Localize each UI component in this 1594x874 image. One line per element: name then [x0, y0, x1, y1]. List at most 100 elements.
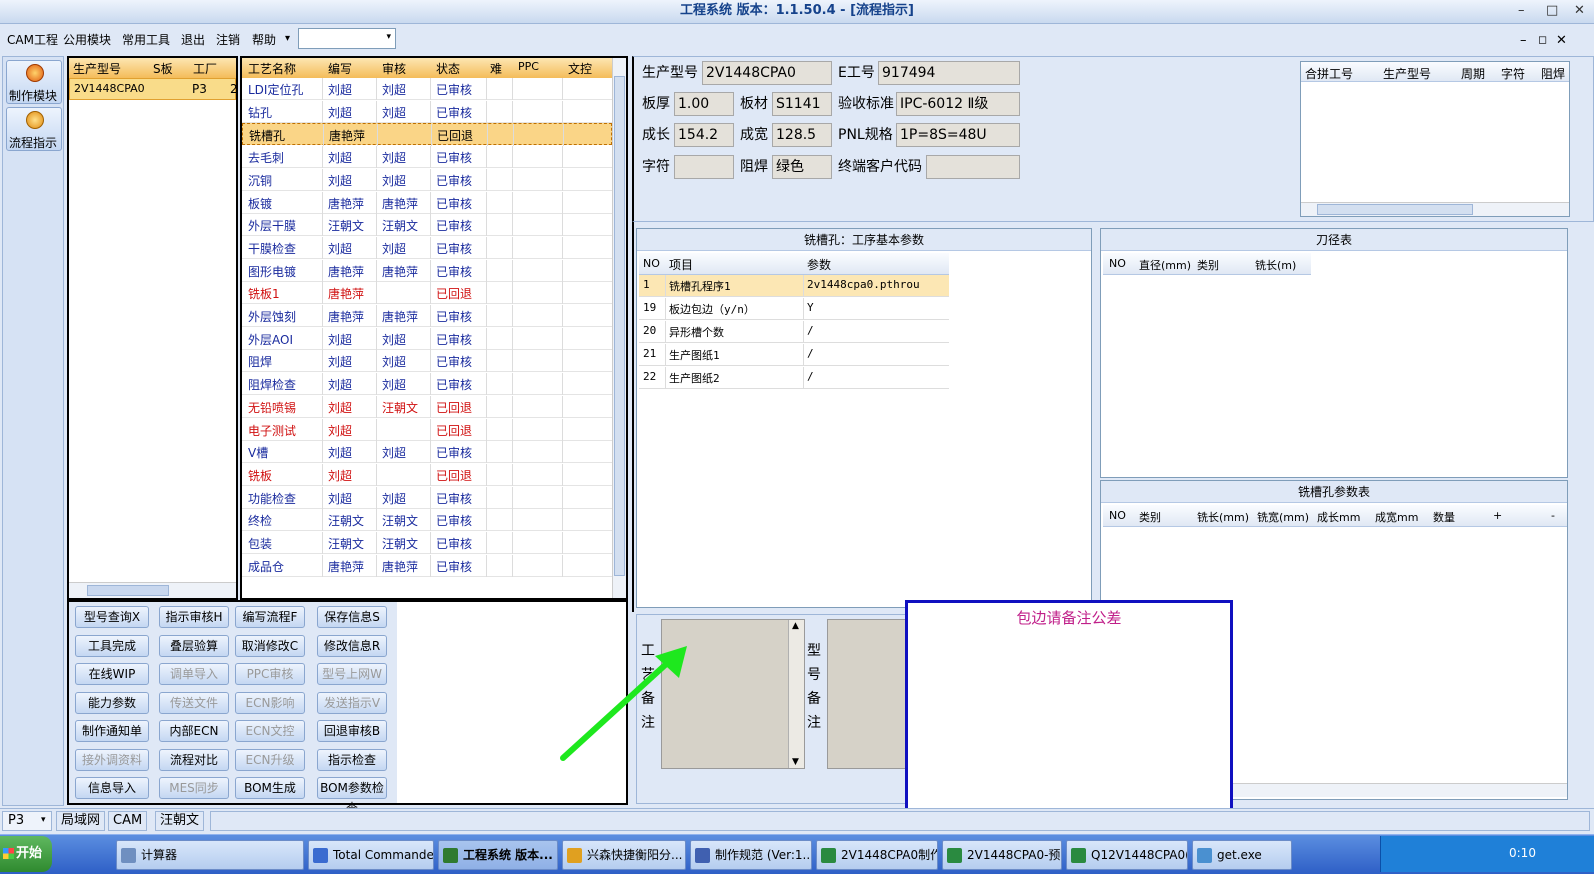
menu-tools[interactable]: 常用工具 [122, 31, 170, 48]
taskbar-item[interactable]: get.exe [1192, 840, 1292, 870]
customer-code-field[interactable] [926, 155, 1020, 179]
action-button[interactable]: 工具完成 [75, 634, 149, 657]
action-button[interactable]: 信息导入 [75, 777, 149, 799]
make-module-button[interactable]: 制作模块 [6, 60, 62, 104]
action-button[interactable]: 回退审核B [317, 720, 387, 742]
table-row[interactable]: 21 生产图纸1 / [639, 344, 949, 366]
table-row[interactable]: 铣板1 唐艳萍 已回退 [242, 282, 613, 305]
taskbar-item[interactable]: Q12V1448CPA0(h... [1066, 840, 1188, 870]
table-row[interactable]: 20 异形槽个数 / [639, 321, 949, 343]
taskbar-item[interactable]: 兴森快捷衡阳分... [562, 840, 686, 870]
action-button[interactable]: 能力参数 [75, 691, 149, 714]
standard-field[interactable]: IPC-6012 Ⅱ级 [896, 92, 1020, 116]
table-row[interactable]: 终检 汪朝文 汪朝文 已审核 [242, 509, 613, 532]
menu-help[interactable]: 帮助 [252, 31, 276, 48]
taskbar-item[interactable]: 计算器 [116, 840, 304, 870]
start-button[interactable]: 开始 [0, 836, 52, 872]
thickness-field[interactable]: 1.00 [674, 92, 734, 116]
scroll-thumb[interactable] [614, 76, 625, 576]
width-field[interactable]: 128.5 [772, 123, 832, 147]
table-row[interactable]: 去毛刺 刘超 刘超 已审核 [242, 146, 613, 169]
table-row[interactable]: 22 生产图纸2 / [639, 367, 949, 389]
action-button[interactable]: 取消修改C [235, 634, 305, 657]
action-button[interactable]: ECN升级 [235, 748, 305, 771]
action-button[interactable]: 指示审核H [159, 606, 229, 628]
menu-logout[interactable]: 注销 [216, 31, 240, 48]
table-row[interactable]: 阻焊 刘超 刘超 已审核 [242, 350, 613, 373]
v-scrollbar[interactable] [612, 58, 626, 598]
menu-exit[interactable]: 退出 [181, 31, 205, 48]
table-row[interactable]: 阻焊检查 刘超 刘超 已审核 [242, 373, 613, 396]
scroll-thumb[interactable] [1317, 204, 1473, 215]
table-row[interactable]: 2V1448CPA0 P3 2 [69, 78, 238, 100]
action-button[interactable]: 在线WIP [75, 663, 149, 685]
action-button[interactable]: 流程对比 [159, 748, 229, 771]
flow-guide-button[interactable]: 流程指示 [6, 107, 62, 151]
action-button[interactable]: 调单导入 [159, 663, 229, 685]
factory-combo[interactable]: P3 ▾ [2, 811, 52, 831]
scroll-up-icon[interactable]: ▲ [792, 621, 799, 631]
table-row[interactable]: 板镀 唐艳萍 唐艳萍 已审核 [242, 191, 613, 214]
h-scrollbar[interactable] [1301, 202, 1569, 216]
h-scrollbar[interactable] [69, 582, 236, 598]
action-button[interactable]: 保存信息S [317, 606, 387, 628]
action-button[interactable]: ECN影响 [235, 691, 305, 714]
action-button[interactable]: 型号上网W [317, 663, 387, 685]
action-button[interactable]: BOM参数检查 [317, 777, 387, 815]
action-button[interactable]: PPC审核 [235, 663, 305, 685]
menu-combo[interactable]: ▾ [298, 28, 396, 49]
action-button[interactable]: 内部ECN [159, 720, 229, 742]
taskbar-item[interactable]: 2V1448CPA0-预... [942, 840, 1062, 870]
action-button[interactable]: 发送指示V [317, 691, 387, 714]
table-row[interactable]: 图形电镀 唐艳萍 唐艳萍 已审核 [242, 259, 613, 282]
table-row[interactable]: 干膜检查 刘超 刘超 已审核 [242, 236, 613, 259]
table-row[interactable]: 外层干膜 汪朝文 汪朝文 已审核 [242, 214, 613, 237]
table-row[interactable]: 铣板 刘超 已回退 [242, 463, 613, 486]
table-row[interactable]: 19 板边包边（y/n） Y [639, 298, 949, 320]
table-row[interactable]: 成品仓 唐艳萍 唐艳萍 已审核 [242, 554, 613, 577]
mdi-close-button[interactable]: ✕ [1556, 33, 1567, 48]
maximize-button[interactable]: □ [1546, 0, 1558, 22]
action-button[interactable]: 型号查询X [75, 606, 149, 628]
action-button[interactable]: 接外调资料 [75, 748, 149, 771]
pnl-field[interactable]: 1P=8S=48U [896, 123, 1020, 147]
e-no-field[interactable]: 917494 [878, 61, 1020, 85]
table-row[interactable]: 外层蚀刻 唐艳萍 唐艳萍 已审核 [242, 305, 613, 327]
taskbar-item[interactable]: 制作规范 (Ver:1.... [690, 840, 812, 870]
action-button[interactable]: 修改信息R [317, 634, 387, 657]
mdi-minimize-button[interactable]: – [1520, 33, 1527, 48]
chevron-down-icon[interactable]: ▾ [285, 33, 290, 44]
action-button[interactable]: MES同步 [159, 777, 229, 799]
char-field[interactable] [674, 155, 734, 179]
menu-common[interactable]: 公用模块 [63, 31, 111, 48]
v-scrollbar[interactable]: ▲ ▼ [788, 620, 804, 768]
table-row[interactable]: 铣槽孔 唐艳萍 已回退 [242, 123, 614, 147]
action-button[interactable]: BOM生成 [235, 777, 305, 799]
taskbar-item[interactable]: Total Commander ... [308, 840, 434, 870]
close-button[interactable]: ✕ [1574, 0, 1585, 22]
mask-field[interactable]: 绿色 [772, 155, 832, 179]
action-button[interactable]: ECN文控 [235, 720, 305, 742]
table-row[interactable]: 1 铣槽孔程序1 2v1448cpa0.pthrou [639, 275, 949, 297]
action-button[interactable]: 制作通知单 [75, 720, 149, 742]
mdi-restore-button[interactable]: ◻ [1538, 33, 1547, 46]
table-row[interactable]: 外层AOI 刘超 刘超 已审核 [242, 327, 613, 350]
action-button[interactable]: 传送文件 [159, 691, 229, 714]
length-field[interactable]: 154.2 [674, 123, 734, 147]
action-button[interactable]: 指示检查 [317, 748, 387, 771]
add-row-button[interactable]: + [1493, 509, 1502, 522]
table-row[interactable]: 功能检查 刘超 刘超 已审核 [242, 486, 613, 509]
chevron-down-icon[interactable]: ▾ [386, 32, 391, 42]
table-row[interactable]: 无铅喷锡 刘超 汪朝文 已回退 [242, 395, 613, 418]
minimize-button[interactable]: – [1518, 0, 1525, 22]
remove-row-button[interactable]: - [1551, 509, 1555, 522]
table-row[interactable]: V槽 刘超 刘超 已审核 [242, 441, 613, 464]
table-row[interactable]: 电子测试 刘超 已回退 [242, 418, 613, 441]
taskbar-item[interactable]: 2V1448CPA0制作... [816, 840, 938, 870]
model-field[interactable]: 2V1448CPA0 [702, 61, 832, 85]
table-row[interactable]: 钻孔 刘超 刘超 已审核 [242, 100, 613, 123]
table-row[interactable]: 包装 汪朝文 汪朝文 已审核 [242, 532, 613, 554]
table-row[interactable]: LDI定位孔 刘超 刘超 已审核 [242, 78, 613, 100]
action-button[interactable]: 叠层验算 [159, 634, 229, 657]
material-field[interactable]: S1141 [772, 92, 832, 116]
